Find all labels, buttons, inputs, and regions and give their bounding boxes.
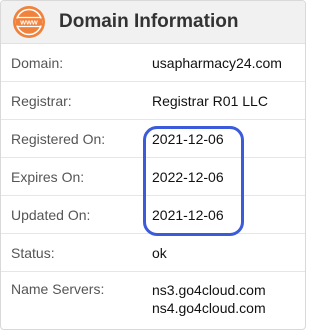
row-value: usapharmacy24.com [152,54,282,71]
row-label: Registrar: [11,92,72,109]
www-icon-text: www [19,18,38,27]
row-label: Registered On: [11,130,106,147]
row-label: Status: [11,244,55,261]
info-rows: Domain: usapharmacy24.com Registrar: Reg… [1,44,305,329]
row-expires-on: Expires On: 2022-12-06 [1,158,305,196]
card-header: www Domain Information [1,1,305,44]
name-server-value: ns4.go4cloud.com [152,300,266,316]
row-registered-on: Registered On: 2021-12-06 [1,120,305,158]
row-label: Name Servers: [11,281,105,297]
row-value: 2021-12-06 [152,206,224,223]
row-registrar: Registrar: Registrar R01 LLC [1,82,305,120]
row-label: Updated On: [11,206,91,223]
row-label: Domain: [11,54,64,71]
name-server-value: ns3.go4cloud.com [152,282,266,298]
card-title: Domain Information [59,11,239,32]
row-label: Expires On: [11,168,85,185]
row-value: ns3.go4cloud.com ns4.go4cloud.com [152,281,266,317]
row-value: ok [152,244,167,261]
row-status: Status: ok [1,234,305,272]
row-updated-on: Updated On: 2021-12-06 [1,196,305,234]
row-name-servers: Name Servers: ns3.go4cloud.com ns4.go4cl… [1,272,305,329]
row-value: 2022-12-06 [152,168,224,185]
row-domain: Domain: usapharmacy24.com [1,44,305,82]
row-value: 2021-12-06 [152,130,224,147]
domain-info-card: www Domain Information Domain: usapharma… [0,0,306,330]
www-globe-icon: www [13,6,45,38]
row-value: Registrar R01 LLC [152,92,268,109]
